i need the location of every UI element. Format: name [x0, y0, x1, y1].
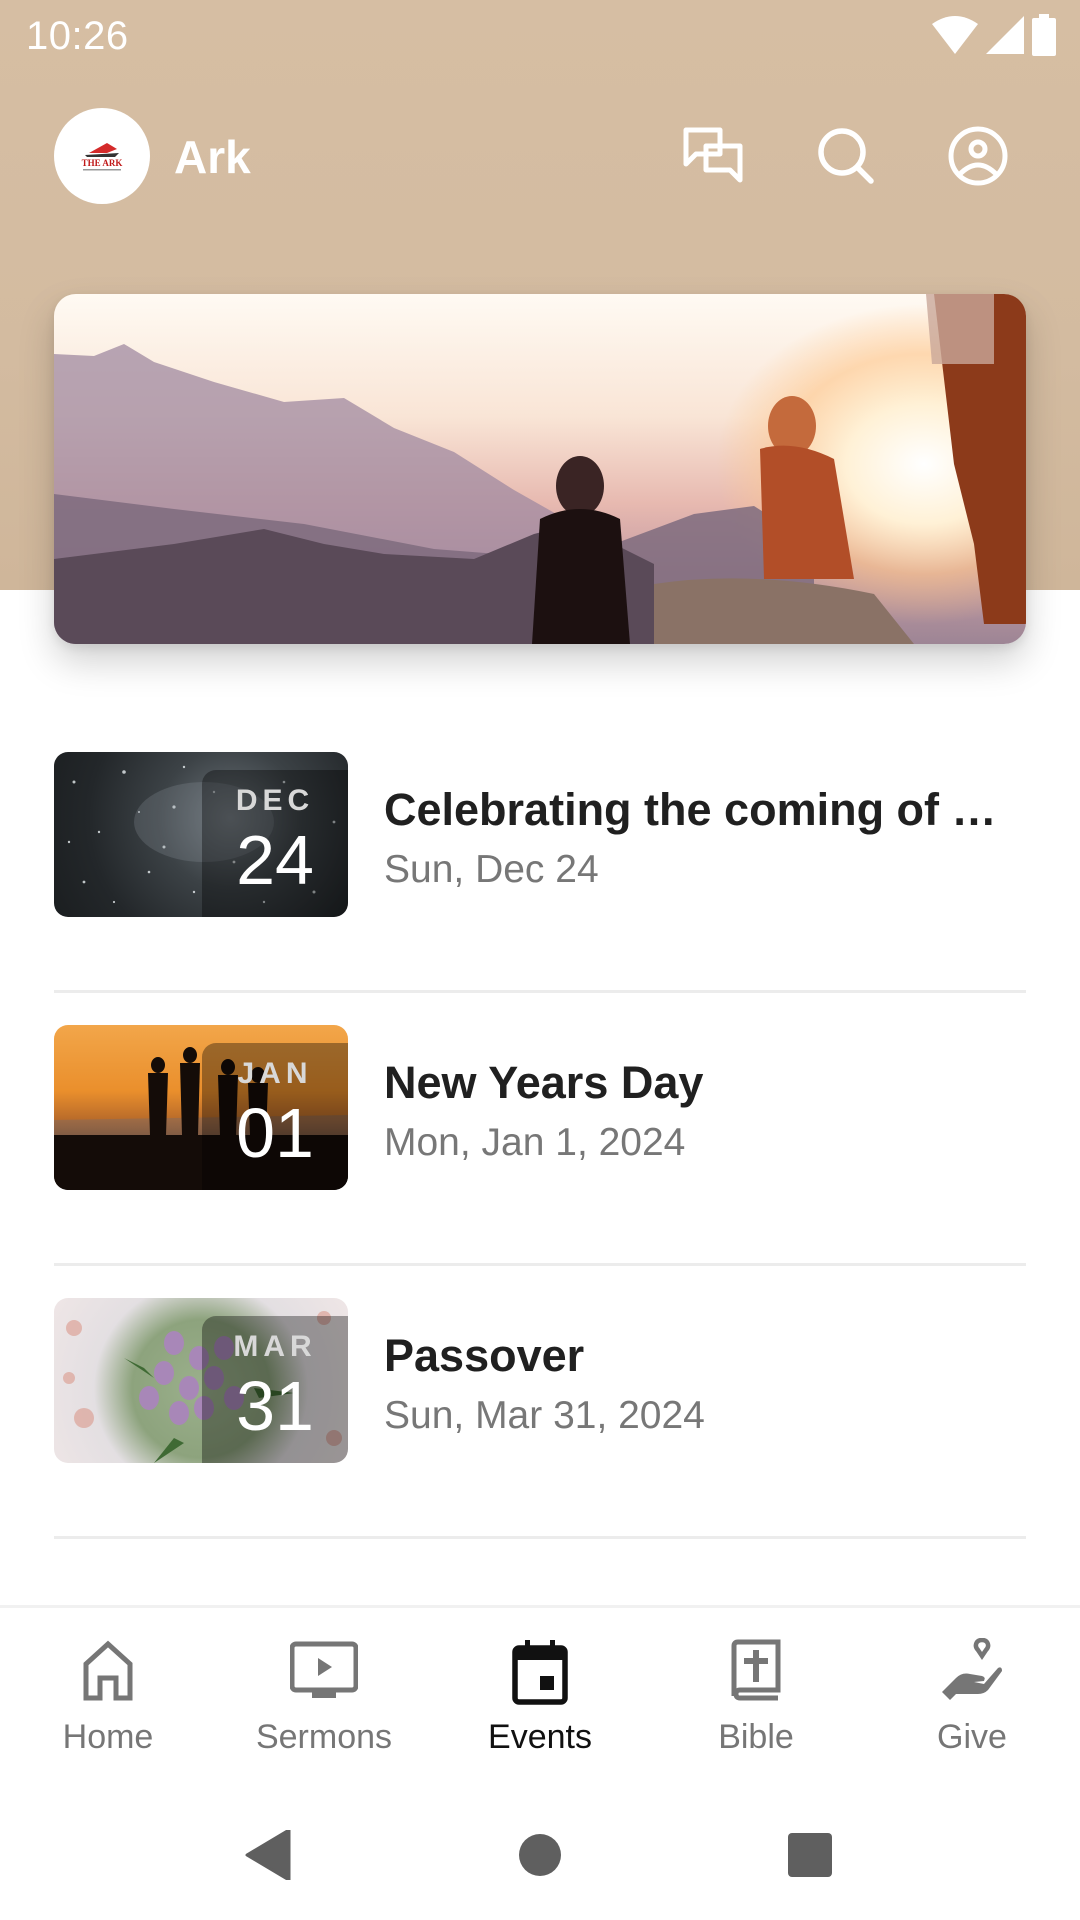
nav-label: Bible [718, 1718, 794, 1756]
app-bar: THE ARK Ark [0, 100, 1080, 212]
bible-icon [731, 1639, 781, 1701]
event-thumbnail: JAN 01 [54, 1025, 348, 1190]
app-title: Ark [174, 131, 251, 183]
home-circle-icon [519, 1834, 561, 1876]
profile-button[interactable] [944, 122, 1012, 190]
back-triangle-icon [245, 1830, 291, 1880]
nav-label: Give [937, 1718, 1007, 1756]
event-day: 24 [236, 821, 314, 899]
event-title: New Years Day [384, 1057, 704, 1108]
event-title: Celebrating the coming of E… [384, 784, 1024, 835]
recents-square-icon [788, 1833, 832, 1877]
system-navigation-bar [0, 1785, 1080, 1920]
system-back-button[interactable] [228, 1815, 308, 1895]
event-item[interactable]: DEC 24 Celebrating the coming of E… Sun,… [54, 720, 1026, 993]
event-thumbnail: DEC 24 [54, 752, 348, 917]
tv-play-icon [290, 1641, 358, 1698]
messages-button[interactable] [680, 122, 748, 190]
nav-item-home[interactable]: Home [0, 1608, 216, 1788]
event-month: JAN [237, 1057, 313, 1090]
event-date-badge: DEC 24 [202, 770, 348, 917]
events-list: DEC 24 Celebrating the coming of E… Sun,… [54, 720, 1026, 1539]
nav-item-events[interactable]: Events [432, 1608, 648, 1788]
nav-item-bible[interactable]: Bible [648, 1608, 864, 1788]
status-bar: 10:26 [0, 0, 1080, 72]
nav-item-give[interactable]: Give [864, 1608, 1080, 1788]
event-date: Sun, Mar 31, 2024 [384, 1394, 705, 1437]
ark-logo-icon: THE ARK [82, 143, 123, 171]
hero-banner[interactable] [54, 294, 1026, 644]
nav-label: Home [62, 1718, 154, 1756]
battery-icon [1032, 14, 1056, 56]
search-button[interactable] [812, 122, 880, 190]
bottom-navigation: Home Sermons Events Bible Give [0, 1605, 1080, 1785]
wifi-icon [932, 16, 978, 54]
status-time: 10:26 [26, 14, 129, 58]
event-date-badge: MAR 31 [202, 1316, 348, 1463]
give-hand-heart-icon [942, 1638, 1002, 1700]
event-month: DEC [235, 784, 315, 817]
cellular-signal-icon [986, 16, 1024, 54]
event-title: Passover [384, 1330, 585, 1381]
event-month: MAR [233, 1330, 317, 1363]
chat-bubbles-icon [683, 127, 743, 183]
nav-label: Events [488, 1718, 592, 1756]
system-recents-button[interactable] [770, 1815, 850, 1895]
event-day: 01 [236, 1094, 314, 1172]
event-thumbnail: MAR 31 [54, 1298, 348, 1463]
svg-text:THE ARK: THE ARK [82, 158, 123, 168]
account-circle-icon [948, 126, 1008, 186]
calendar-icon [512, 1640, 568, 1705]
event-item[interactable]: JAN 01 New Years Day Mon, Jan 1, 2024 [54, 993, 1026, 1266]
event-day: 31 [236, 1367, 314, 1445]
search-icon [818, 128, 874, 184]
hero-mountains-image [54, 294, 1026, 644]
event-date: Sun, Dec 24 [384, 848, 599, 891]
home-icon [83, 1640, 133, 1701]
nav-item-sermons[interactable]: Sermons [216, 1608, 432, 1788]
status-icons [932, 14, 1056, 56]
event-date: Mon, Jan 1, 2024 [384, 1121, 686, 1164]
event-date-badge: JAN 01 [202, 1043, 348, 1190]
system-home-button[interactable] [500, 1815, 580, 1895]
church-logo[interactable]: THE ARK [54, 108, 150, 204]
nav-label: Sermons [255, 1718, 393, 1756]
event-item[interactable]: MAR 31 Passover Sun, Mar 31, 2024 [54, 1266, 1026, 1539]
